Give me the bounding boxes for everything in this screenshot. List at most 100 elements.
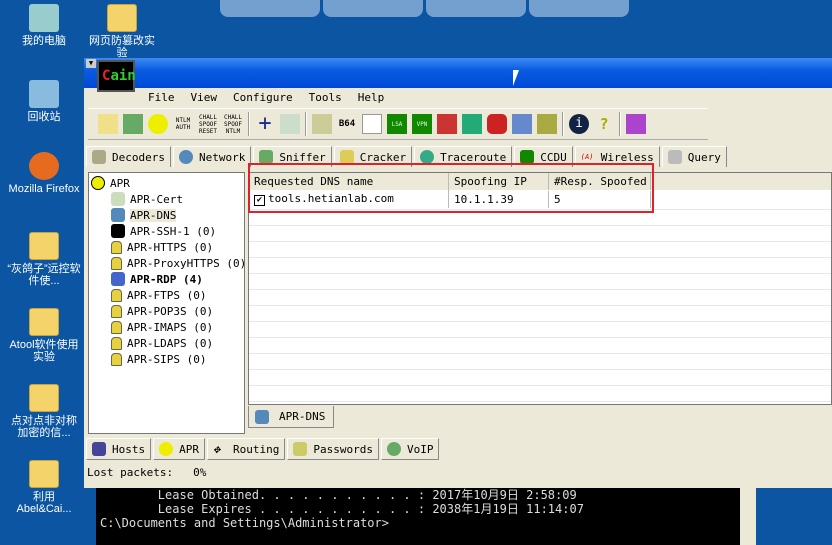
- move-arrows-icon: ✥: [213, 442, 221, 456]
- dns-icon: [111, 208, 125, 222]
- tree-item[interactable]: APR-IMAPS (0): [91, 319, 242, 335]
- menu-configure[interactable]: Configure: [231, 91, 295, 104]
- remote-toolbar-tabs: [220, 0, 629, 17]
- tree-item[interactable]: APR-HTTPS (0): [91, 239, 242, 255]
- apr-icon: [91, 176, 105, 190]
- apr-icon: [159, 442, 174, 456]
- tab-routing[interactable]: ✥ Routing: [207, 438, 286, 460]
- password-icon[interactable]: [537, 114, 557, 134]
- console-prompt: C:\Documents and Settings\Administrator>: [100, 516, 389, 530]
- tree-item[interactable]: APR-POP3S (0): [91, 303, 242, 319]
- computer-icon: [29, 4, 59, 32]
- folder-icon: [29, 232, 59, 260]
- lock-icon: [111, 240, 122, 254]
- tree-item[interactable]: APR-RDP (4): [91, 271, 242, 287]
- command-prompt-window[interactable]: Lease Obtained. . . . . . . . . . . : 20…: [96, 488, 740, 545]
- lock-icon: [111, 336, 122, 350]
- menu-bar: File View Configure Tools Help: [146, 88, 386, 106]
- desktop-icon-folder[interactable]: 点对点非对称加密的信...: [6, 384, 82, 439]
- desktop-icon-my-computer[interactable]: 我的电脑: [6, 4, 82, 47]
- lsa-icon[interactable]: LSA: [387, 114, 407, 134]
- recycle-bin-icon: [29, 80, 59, 108]
- info-icon[interactable]: i: [569, 114, 589, 134]
- toolbar-separator: [248, 112, 250, 136]
- base64-icon[interactable]: B64: [337, 114, 357, 134]
- tab-network[interactable]: Network: [172, 146, 252, 167]
- toolbar: NTLM AUTH CHALL SPOOF RESET CHALL SPOOF …: [88, 108, 708, 140]
- console-scrollbar[interactable]: [740, 488, 756, 545]
- console-line: Lease Expires . . . . . . . . . . . : 20…: [100, 502, 584, 516]
- remote-tab[interactable]: [220, 0, 320, 17]
- desktop-icon-firefox[interactable]: Mozilla Firefox: [6, 152, 82, 195]
- network-icon[interactable]: [512, 114, 532, 134]
- rdp-icon[interactable]: [437, 114, 457, 134]
- tab-voip[interactable]: VoIP: [380, 438, 440, 460]
- cisco-icon[interactable]: [487, 114, 507, 134]
- help-icon[interactable]: ?: [594, 114, 614, 134]
- tree-item[interactable]: APR-SSH-1 (0): [91, 223, 242, 239]
- system-menu-icon[interactable]: ▼: [86, 59, 96, 68]
- desktop-icon-folder[interactable]: 网页防篡改实验: [84, 4, 160, 59]
- tree-root-apr[interactable]: APR: [91, 175, 242, 191]
- title-bar[interactable]: ▼: [84, 58, 832, 88]
- apr-tree: APR APR-Cert APR-DNS APR-SSH-1 (0) APR-HTTP…: [88, 172, 245, 434]
- menu-help[interactable]: Help: [356, 91, 387, 104]
- add-icon[interactable]: +: [255, 114, 275, 134]
- tree-item[interactable]: APR-LDAPS (0): [91, 335, 242, 351]
- subtab-apr-dns[interactable]: APR-DNS: [248, 406, 334, 428]
- open-icon[interactable]: [98, 114, 118, 134]
- sniffer-icon[interactable]: [123, 114, 143, 134]
- tree-item[interactable]: APR-ProxyHTTPS (0): [91, 255, 245, 271]
- folder-icon: [107, 4, 137, 32]
- tree-item[interactable]: APR-SIPS (0): [91, 351, 242, 367]
- desktop-icon-folder[interactable]: “灰鸽子”远控软件使...: [6, 232, 82, 287]
- firefox-icon: [29, 152, 59, 180]
- tab-passwords[interactable]: Passwords: [287, 438, 379, 460]
- tab-hosts[interactable]: Hosts: [86, 438, 152, 460]
- ccdu-icon: [520, 150, 535, 164]
- tree-item-label: APR-SSH-1 (0): [130, 224, 217, 238]
- lost-packets-value: 0%: [193, 466, 207, 479]
- exit-icon[interactable]: [626, 114, 646, 134]
- desktop-icon-recycle-bin[interactable]: 回收站: [6, 80, 82, 123]
- recycle-icon[interactable]: [280, 114, 300, 134]
- remote-tab[interactable]: [529, 0, 629, 17]
- certificate-icon[interactable]: [312, 114, 332, 134]
- tree-item-label: APR-DNS: [130, 208, 177, 222]
- cain-logo: Cain: [97, 60, 136, 92]
- menu-file[interactable]: File: [146, 91, 177, 104]
- tree-item-label: APR-FTPS (0): [127, 288, 207, 302]
- status-bar: Lost packets: 0%: [87, 466, 206, 479]
- tree-item[interactable]: APR-Cert: [91, 191, 242, 207]
- globe-icon: [178, 150, 193, 164]
- tab-query[interactable]: Query: [661, 146, 727, 167]
- tree-item-label: APR-POP3S (0): [127, 304, 214, 318]
- folder-icon: [29, 384, 59, 412]
- certificate-icon: [111, 192, 125, 206]
- menu-view[interactable]: View: [189, 91, 220, 104]
- key-icon[interactable]: [362, 114, 382, 134]
- tree-items: APR-Cert APR-DNS APR-SSH-1 (0) APR-HTTPS (0…: [91, 191, 245, 367]
- ntlm-auth-icon[interactable]: NTLM AUTH: [173, 114, 193, 134]
- lock-icon: [111, 352, 122, 366]
- keys-icon: [293, 442, 308, 456]
- desktop-icon-folder[interactable]: 利用 Abel&Cai...: [6, 460, 82, 515]
- remote-tab[interactable]: [426, 0, 526, 17]
- status-label: Lost packets:: [87, 466, 174, 479]
- apr-icon[interactable]: [148, 114, 168, 134]
- bottom-tabs: Hosts APR ✥ Routing Passwords VoIP: [86, 438, 441, 460]
- folder-icon: [29, 460, 59, 488]
- hash-icon[interactable]: [462, 114, 482, 134]
- tab-decoders[interactable]: Decoders: [86, 146, 171, 167]
- menu-tools[interactable]: Tools: [307, 91, 344, 104]
- chall-spoof-reset-icon[interactable]: CHALL SPOOF RESET: [198, 114, 218, 134]
- tree-item-label: APR-ProxyHTTPS (0): [127, 256, 245, 270]
- desktop-icon-folder[interactable]: Atool软件使用实验: [6, 308, 82, 363]
- decoders-icon: [92, 150, 106, 164]
- tree-item[interactable]: APR-FTPS (0): [91, 287, 242, 303]
- chall-spoof-ntlm-icon[interactable]: CHALL SPOOF NTLM: [223, 114, 243, 134]
- tree-item[interactable]: APR-DNS: [91, 207, 242, 223]
- vpn-icon[interactable]: VPN: [412, 114, 432, 134]
- tab-apr[interactable]: APR: [153, 438, 205, 460]
- remote-tab[interactable]: [323, 0, 423, 17]
